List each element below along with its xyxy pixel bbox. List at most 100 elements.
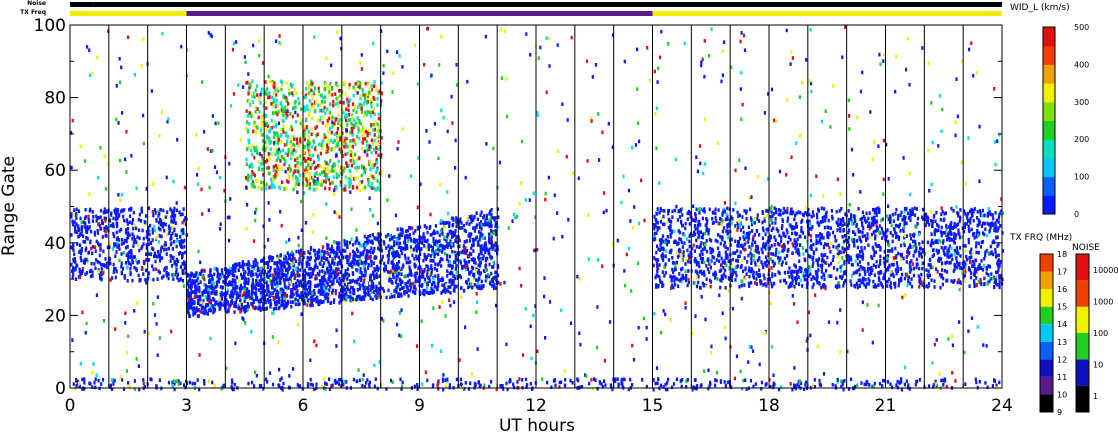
echo-cell (470, 232, 473, 236)
echo-cell (272, 307, 275, 311)
echo-cell (317, 255, 320, 260)
echo-cell (750, 261, 753, 265)
echo-cell (913, 206, 916, 211)
echo-cell (837, 217, 840, 222)
echo-cell (856, 262, 859, 267)
echo-cell (269, 299, 272, 303)
echo-cell (745, 217, 748, 221)
echo-cell (220, 268, 223, 272)
echo-cell (170, 208, 173, 213)
echo-cell (667, 377, 670, 382)
echo-cell (233, 291, 236, 296)
echo-cell (986, 233, 989, 238)
echo-cell (903, 243, 906, 248)
echo-cell (132, 244, 135, 248)
echo-cell (973, 284, 976, 288)
echo-cell (796, 242, 799, 247)
echo-cell (791, 231, 794, 236)
echo-cell (395, 267, 398, 271)
echo-cell (349, 252, 352, 257)
echo-cell (998, 263, 1001, 268)
echo-cell (886, 380, 890, 384)
echo-cell (425, 290, 428, 295)
echo-cell (976, 209, 979, 214)
echo-cell (405, 260, 408, 265)
echo-cell (273, 267, 276, 272)
echo-cell (886, 239, 890, 244)
echo-cell (409, 260, 412, 264)
echo-cell (389, 378, 393, 383)
echo-cell (590, 378, 593, 382)
echo-cell (484, 250, 487, 254)
echo-cell (239, 310, 242, 314)
echo-cell (793, 225, 796, 230)
echo-cell (434, 262, 437, 266)
echo-cell (950, 232, 953, 236)
echo-cell (231, 380, 234, 385)
echo-cell (204, 295, 207, 299)
echo-cell (588, 381, 591, 386)
echo-cell (400, 267, 403, 271)
echo-cell (490, 256, 493, 260)
echo-cell (344, 272, 347, 277)
echo-cell (740, 283, 743, 288)
echo-cell (828, 232, 831, 237)
echo-cell (464, 381, 467, 385)
echo-cell (455, 377, 458, 382)
echo-cell (331, 244, 334, 249)
echo-cell (461, 225, 464, 230)
echo-cell (946, 278, 949, 283)
echo-cell (953, 262, 956, 267)
echo-cell (198, 289, 201, 294)
echo-cell (125, 239, 128, 244)
echo-cell (880, 226, 883, 231)
echo-cell (727, 259, 730, 263)
echo-cell (445, 283, 448, 287)
echo-cell (745, 272, 748, 276)
echo-cell (988, 229, 991, 234)
echo-cell (467, 278, 470, 282)
echo-cell (529, 382, 532, 386)
echo-cell (410, 272, 413, 276)
echo-cell (402, 285, 405, 290)
echo-cell (658, 238, 661, 242)
echo-cell (387, 250, 390, 254)
echo-cell (222, 280, 225, 284)
echo-cell (136, 261, 139, 265)
echo-cell (467, 234, 470, 238)
echo-cell (485, 222, 488, 226)
echo-cell (853, 244, 856, 248)
echo-cell (403, 291, 406, 296)
echo-cell (752, 254, 755, 258)
echo-cell (201, 274, 204, 279)
echo-cell (433, 242, 436, 246)
echo-cell (294, 273, 297, 278)
echo-cell (112, 224, 115, 229)
echo-cell (171, 226, 174, 230)
echo-cell (209, 308, 212, 313)
echo-cell (942, 239, 945, 243)
echo-cell (311, 383, 314, 387)
echo-cell (773, 382, 776, 387)
echo-cell (87, 251, 90, 255)
echo-cell (657, 284, 660, 289)
echo-cell (448, 278, 451, 283)
echo-cell (155, 218, 158, 222)
echo-cell (484, 268, 487, 272)
echo-cell (449, 229, 452, 234)
echo-cell (426, 273, 429, 278)
echo-cell (658, 248, 661, 252)
echo-cell (226, 301, 229, 305)
echo-cell (233, 310, 236, 314)
echo-cell (697, 223, 700, 227)
echo-cell (866, 232, 869, 236)
echo-cell (393, 250, 396, 255)
echo-cell (111, 247, 115, 251)
echo-cell (933, 285, 936, 289)
echo-cell (509, 379, 512, 383)
echo-cell (299, 279, 302, 284)
echo-cell (94, 377, 97, 381)
echo-cell (411, 253, 414, 258)
echo-cell (963, 225, 966, 230)
echo-cell (348, 288, 351, 293)
